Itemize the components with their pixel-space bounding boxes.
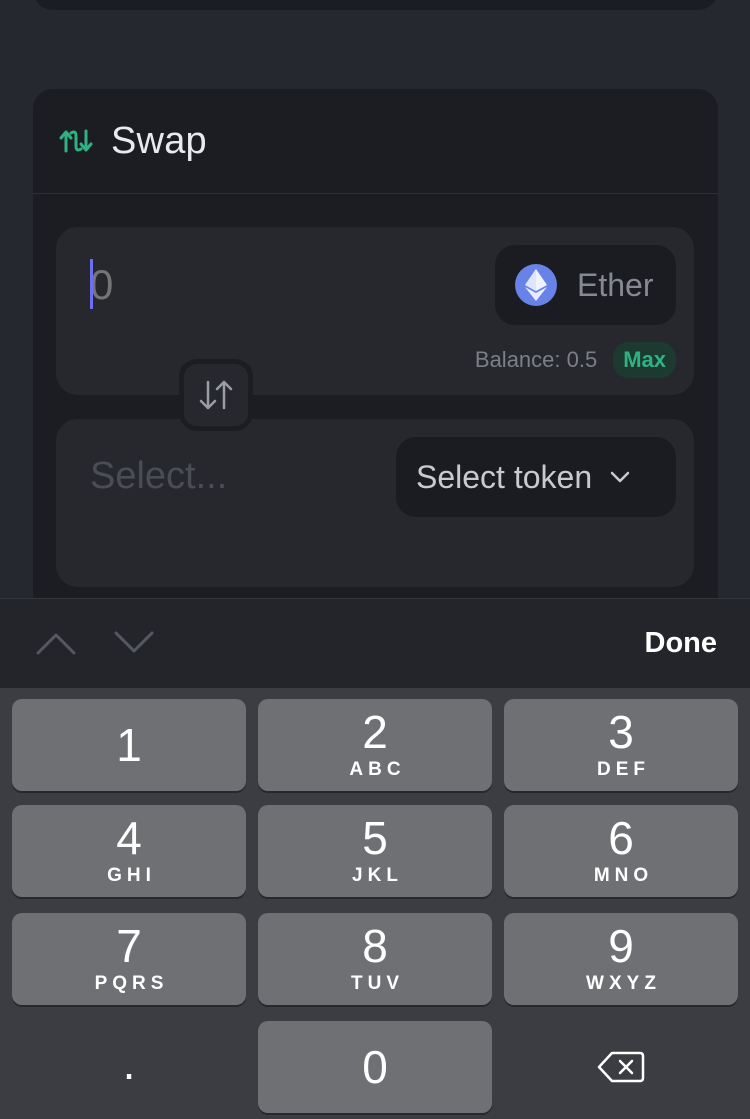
from-token-button[interactable]: Ether bbox=[495, 245, 676, 325]
key-6[interactable]: 6 MNO bbox=[504, 805, 738, 897]
numeric-keypad: 1 2 ABC 3 DEF 4 GHI 5 JKL 6 MNO 7 PQRS 8… bbox=[0, 688, 750, 1119]
balance-row: Balance: 0.5 Max bbox=[475, 342, 676, 378]
key-8[interactable]: 8 TUV bbox=[258, 913, 492, 1005]
key-7[interactable]: 7 PQRS bbox=[12, 913, 246, 1005]
key-5[interactable]: 5 JKL bbox=[258, 805, 492, 897]
chevron-down-icon bbox=[610, 471, 630, 483]
from-token-label: Ether bbox=[577, 266, 654, 303]
swap-title: Swap bbox=[111, 119, 207, 162]
key-6-number: 6 bbox=[608, 812, 634, 864]
select-token-label: Select token bbox=[416, 458, 593, 495]
key-3-number: 3 bbox=[608, 706, 634, 758]
key-4[interactable]: 4 GHI bbox=[12, 805, 246, 897]
key-5-number: 5 bbox=[362, 812, 388, 864]
key-2-letters: ABC bbox=[349, 759, 406, 780]
key-3-letters: DEF bbox=[597, 759, 650, 780]
key-9-letters: WXYZ bbox=[586, 973, 661, 994]
key-2-number: 2 bbox=[362, 706, 388, 758]
key-4-letters: GHI bbox=[107, 865, 156, 886]
next-field-chevron-down-icon[interactable] bbox=[112, 625, 156, 661]
key-0[interactable]: 0 bbox=[258, 1021, 492, 1113]
keyboard-toolbar: Done bbox=[0, 598, 750, 688]
key-8-number: 8 bbox=[362, 920, 388, 972]
key-0-number: 0 bbox=[362, 1041, 388, 1093]
flip-direction-button[interactable] bbox=[179, 359, 253, 431]
key-7-number: 7 bbox=[116, 920, 142, 972]
key-9-number: 9 bbox=[608, 920, 634, 972]
text-caret bbox=[90, 259, 93, 309]
to-amount-placeholder[interactable]: Select... bbox=[90, 455, 227, 498]
key-2[interactable]: 2 ABC bbox=[258, 699, 492, 791]
from-panel: Ether Balance: 0.5 Max bbox=[56, 227, 694, 395]
previous-card bbox=[33, 0, 718, 10]
from-amount-input[interactable] bbox=[90, 257, 390, 313]
key-3[interactable]: 3 DEF bbox=[504, 699, 738, 791]
swap-header: Swap bbox=[33, 89, 718, 194]
key-1[interactable]: 1 bbox=[12, 699, 246, 791]
balance-text: Balance: 0.5 bbox=[474, 347, 598, 372]
ether-icon bbox=[515, 264, 557, 306]
swap-arrows-icon bbox=[59, 129, 93, 153]
to-panel: Select... Select token bbox=[56, 419, 694, 587]
key-8-letters: TUV bbox=[351, 973, 404, 994]
key-backspace[interactable] bbox=[504, 1021, 738, 1113]
key-4-number: 4 bbox=[116, 812, 142, 864]
done-button[interactable]: Done bbox=[645, 627, 718, 660]
swap-card: Swap Ether Balance: 0.5 Max Select... Se… bbox=[33, 89, 718, 629]
key-1-number: 1 bbox=[116, 719, 142, 771]
key-7-letters: PQRS bbox=[94, 973, 169, 994]
previous-field-chevron-up-icon[interactable] bbox=[34, 625, 78, 661]
max-button[interactable]: Max bbox=[613, 342, 676, 378]
key-5-letters: JKL bbox=[352, 865, 403, 886]
swap-vertical-icon bbox=[199, 380, 233, 410]
select-token-button[interactable]: Select token bbox=[396, 437, 676, 517]
key-decimal[interactable]: . bbox=[12, 1021, 246, 1113]
key-9[interactable]: 9 WXYZ bbox=[504, 913, 738, 1005]
key-decimal-label: . bbox=[122, 1037, 136, 1089]
key-6-letters: MNO bbox=[593, 865, 654, 886]
backspace-icon bbox=[597, 1051, 645, 1083]
